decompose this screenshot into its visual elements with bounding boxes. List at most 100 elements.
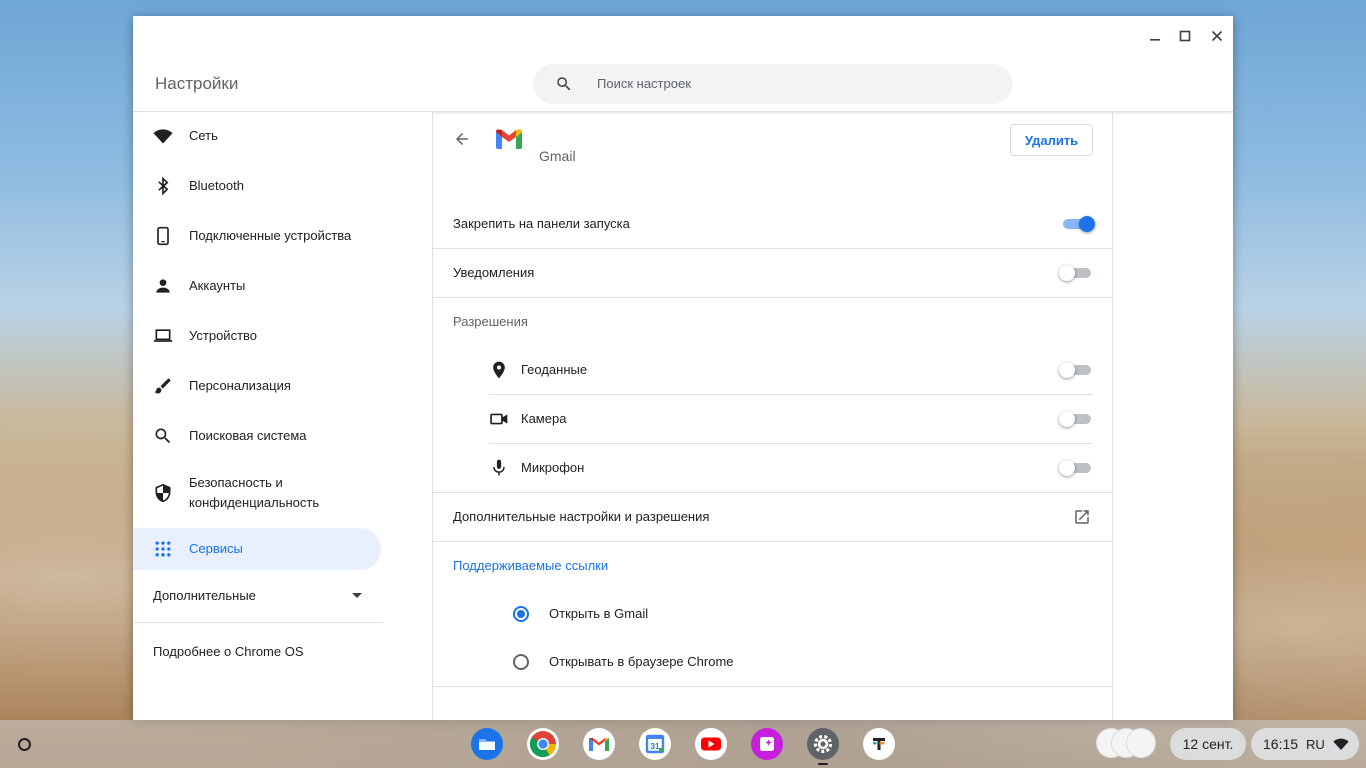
divider [489,394,1093,395]
uninstall-button[interactable]: Удалить [1010,124,1093,156]
link-option-label: Открыть в Gmail [549,606,649,621]
launcher-button[interactable] [10,730,38,758]
permissions-header: Разрешения [453,314,528,329]
sidebar-item-device[interactable]: Устройство [133,315,381,357]
camera-icon [489,409,509,429]
sidebar-item-connected-devices[interactable]: Подключенные устройства [133,215,381,257]
supported-links-header: Поддерживаемые ссылки [453,558,609,573]
title-bar: Настройки Поиск настроек [133,16,1233,112]
minimize-button[interactable] [1143,24,1167,48]
about-label: Подробнее о Chrome OS [153,644,304,659]
advanced-label: Дополнительные [153,588,256,603]
calendar-app-icon[interactable]: 31 [639,728,671,760]
time-label: 16:15 [1263,736,1299,752]
brush-icon [153,376,173,396]
holding-space-thumbnail[interactable] [1126,728,1156,758]
sidebar-item-label: Аккаунты [189,278,246,293]
youtube-app-icon[interactable] [695,728,727,760]
maximize-button[interactable] [1173,24,1197,48]
sidebar-advanced-toggle[interactable]: Дополнительные [153,588,256,603]
search-icon [557,77,571,91]
sidebar-item-label: Подключенные устройства [189,228,352,243]
sidebar-item-network[interactable]: Сеть [133,115,381,157]
more-settings-label: Дополнительные настройки и разрешения [453,509,710,524]
permission-microphone-label: Микрофон [521,460,585,475]
wifi-status-icon [1333,738,1349,750]
more-settings-row[interactable]: Дополнительные настройки и разрешения [433,493,1112,541]
keyboard-layout-label: RU [1306,736,1325,752]
sidebar-item-security[interactable]: Безопасность и конфиденциальность [133,465,381,521]
launcher-icon [17,737,31,751]
date-label: 12 сент. [1182,736,1234,752]
sidebar-item-label: Безопасность и [189,475,283,490]
search-input[interactable]: Поиск настроек [533,64,1013,104]
permission-camera-label: Камера [521,411,567,426]
search-placeholder: Поиск настроек [597,76,691,91]
person-icon [153,276,173,296]
apps-grid-icon [153,539,173,559]
open-in-new-icon [1075,510,1089,524]
date-tray[interactable]: 12 сент. [1170,728,1246,760]
sidebar-item-label: Поисковая система [189,428,307,443]
app-detail-panel: Gmail Удалить Закрепить на панели запуск… [433,112,1112,720]
pin-label: Закрепить на панели запуска [453,216,630,231]
sidebar-item-label-line2: конфиденциальность [189,495,320,510]
settings-window: Настройки Поиск настроек Сеть Bluetooth … [133,16,1233,720]
pin-toggle[interactable] [1061,214,1095,234]
running-indicator [818,763,828,765]
shield-icon [153,483,173,503]
sidebar-item-personalization[interactable]: Персонализация [133,365,381,407]
sidebar-item-label: Персонализация [189,378,291,393]
close-button[interactable] [1205,24,1229,48]
notifications-label: Уведомления [453,265,535,280]
sidebar-item-label: Сервисы [189,541,243,556]
sidebar-item-bluetooth[interactable]: Bluetooth [133,165,381,207]
wifi-icon [153,126,173,146]
content-border-right [1112,112,1113,720]
svg-text:31: 31 [651,742,660,751]
close-icon [1211,30,1223,42]
divider [433,541,1112,542]
sidebar-divider [133,622,383,623]
settings-app-icon[interactable] [807,728,839,760]
permission-location-label: Геоданные [521,362,588,377]
permission-camera-toggle[interactable] [1059,409,1093,429]
sidebar-item-accounts[interactable]: Аккаунты [133,265,381,307]
sidebar: Сеть Bluetooth Подключенные устройства А… [133,112,432,720]
files-app-icon[interactable] [471,728,503,760]
minimize-icon [1150,39,1160,41]
tasks-app-icon[interactable] [863,728,895,760]
location-icon [489,360,509,380]
sidebar-item-apps[interactable]: Сервисы [133,528,381,570]
sidebar-item-label: Bluetooth [189,178,244,193]
shelf: 31 12 сент. 16:15 RU [0,720,1366,768]
sidebar-item-label: Устройство [189,328,258,343]
sidebar-item-search-engine[interactable]: Поисковая система [133,415,381,457]
divider [433,248,1112,249]
divider [489,443,1093,444]
gmail-app-icon[interactable] [583,728,615,760]
microphone-icon [489,458,509,478]
phone-icon [153,226,173,246]
canvas-app-icon[interactable] [751,728,783,760]
radio-open-in-browser[interactable] [513,654,529,670]
link-option-open-in-browser[interactable]: Открывать в браузере Chrome [503,644,903,680]
chevron-down-icon[interactable] [351,592,363,600]
app-name: Gmail [539,148,576,164]
back-arrow-icon[interactable] [453,130,471,148]
permission-location-toggle[interactable] [1059,360,1093,380]
permission-microphone-toggle[interactable] [1059,458,1093,478]
maximize-icon [1179,30,1191,42]
status-tray[interactable]: 16:15 RU [1251,728,1359,760]
sidebar-about-link[interactable]: Подробнее о Chrome OS [153,644,304,659]
link-option-label: Открывать в браузере Chrome [549,654,734,669]
chrome-app-icon[interactable] [527,728,559,760]
app-title: Настройки [155,74,239,93]
search-icon [153,426,173,446]
radio-open-in-app[interactable] [513,606,529,622]
divider [433,686,1112,687]
link-option-open-in-app[interactable]: Открыть в Gmail [503,596,903,632]
notifications-toggle[interactable] [1059,263,1093,283]
gmail-logo-icon [496,129,522,149]
bluetooth-icon [153,176,173,196]
